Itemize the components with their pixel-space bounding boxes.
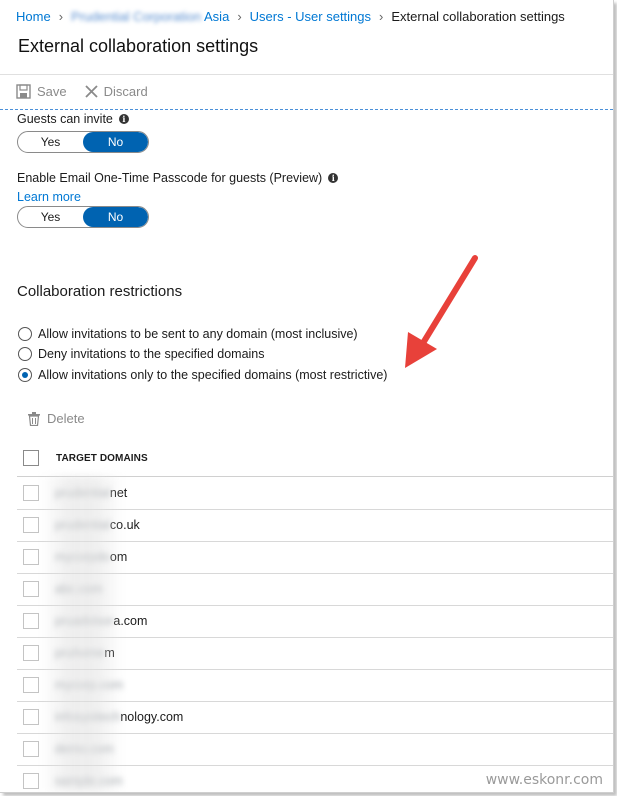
watermark: www.eskonr.com	[485, 772, 603, 788]
breadcrumb-users[interactable]: Users - User settings	[250, 9, 371, 24]
table-row[interactable]: abc.com	[17, 573, 613, 606]
domain-cell: abc.com	[55, 582, 102, 596]
toggle-no[interactable]: No	[83, 132, 148, 152]
domain-redacted: pruadvisor	[55, 614, 114, 628]
row-checkbox[interactable]	[23, 677, 39, 693]
table-row[interactable]: mycorpdo om	[17, 541, 613, 574]
row-checkbox[interactable]	[23, 613, 39, 629]
email-otp-label: Enable Email One-Time Passcode for guest…	[17, 171, 339, 185]
learn-more-link[interactable]: Learn more	[17, 190, 81, 204]
guests-can-invite-toggle[interactable]: Yes No	[17, 131, 149, 153]
domain-redacted: mycorpdo	[55, 550, 110, 564]
breadcrumb-tenant[interactable]: Prudential Corporation Asia	[71, 9, 229, 24]
table-row[interactable]: mycorp.com	[17, 669, 613, 702]
domain-cell: mycorpdo om	[55, 550, 127, 564]
toggle-yes[interactable]: Yes	[18, 207, 83, 227]
row-checkbox[interactable]	[23, 517, 39, 533]
domain-redacted: prudential	[55, 518, 110, 532]
domain-redacted: pruhome	[55, 646, 105, 660]
toolbar-focus-divider	[0, 109, 613, 110]
domain-redacted: mycorp.com	[55, 678, 124, 692]
domains-table-header: TARGET DOMAINS	[17, 440, 613, 477]
domain-cell: pruadvisor a.com	[55, 614, 147, 628]
table-row[interactable]: pruhome m	[17, 637, 613, 670]
blade-panel: Home › Prudential Corporation Asia › Use…	[0, 0, 614, 793]
select-all-checkbox[interactable]	[23, 450, 39, 466]
column-header-target-domains: TARGET DOMAINS	[56, 452, 148, 464]
domain-cell: demo.com	[55, 742, 113, 756]
domain-visible: om	[109, 550, 128, 564]
domain-redacted: abc.com	[55, 582, 103, 596]
chevron-right-icon: ›	[58, 9, 64, 24]
radio-allow-any-domain[interactable]: Allow invitations to be sent to any doma…	[18, 327, 358, 341]
trash-icon	[28, 411, 40, 426]
chevron-right-icon: ›	[237, 9, 242, 24]
page-title: External collaboration settings	[18, 36, 259, 56]
delete-label: Delete	[47, 411, 85, 426]
radio-label: Deny invitations to the specified domain…	[38, 347, 265, 361]
breadcrumb-tenant-hidden: Prudential Corporation	[71, 9, 202, 24]
row-checkbox[interactable]	[23, 645, 39, 661]
row-checkbox[interactable]	[23, 581, 39, 597]
collaboration-restrictions-title: Collaboration restrictions	[17, 283, 183, 300]
breadcrumb: Home › Prudential Corporation Asia › Use…	[16, 9, 565, 24]
chevron-right-icon: ›	[379, 9, 384, 24]
domain-visible: a.com	[113, 614, 148, 628]
domain-visible: co.uk	[109, 518, 140, 532]
row-checkbox[interactable]	[23, 741, 39, 757]
guests-can-invite-text: Guests can invite	[17, 112, 113, 126]
table-row[interactable]: infosysitech nology.com	[17, 701, 613, 734]
radio-button[interactable]	[18, 327, 32, 341]
annotation-arrow	[405, 255, 478, 368]
row-checkbox[interactable]	[23, 709, 39, 725]
radio-allow-only-specified[interactable]: Allow invitations only to the specified …	[18, 368, 387, 382]
breadcrumb-current: External collaboration settings	[391, 9, 565, 24]
domain-visible: net	[109, 486, 128, 500]
domain-cell: infosysitech nology.com	[55, 710, 183, 724]
radio-label: Allow invitations to be sent to any doma…	[38, 327, 358, 341]
title-divider	[0, 74, 613, 75]
domain-visible: m	[104, 646, 115, 660]
guests-can-invite-label: Guests can invite i	[17, 112, 129, 126]
discard-label: Discard	[103, 84, 148, 99]
radio-deny-specified-domains[interactable]: Deny invitations to the specified domain…	[18, 347, 265, 361]
radio-button[interactable]	[18, 347, 32, 361]
domain-cell: pruhome m	[55, 646, 115, 660]
row-checkbox[interactable]	[23, 773, 39, 789]
domain-cell: prudential net	[55, 486, 127, 500]
table-row[interactable]: pruadvisor a.com	[17, 605, 613, 638]
domain-cell: prudential co.uk	[55, 518, 140, 532]
delete-button[interactable]: Delete	[28, 411, 85, 426]
save-button[interactable]: Save	[16, 84, 67, 99]
close-icon	[85, 85, 98, 98]
email-otp-toggle[interactable]: Yes No	[17, 206, 149, 228]
toggle-no[interactable]: No	[83, 207, 148, 227]
row-checkbox[interactable]	[23, 549, 39, 565]
radio-label: Allow invitations only to the specified …	[38, 368, 388, 382]
row-checkbox[interactable]	[23, 485, 39, 501]
domain-redacted: prudential	[55, 486, 110, 500]
email-otp-text: Enable Email One-Time Passcode for guest…	[17, 171, 323, 185]
domain-redacted: sample.com	[55, 774, 123, 788]
info-icon[interactable]: i	[328, 173, 339, 183]
info-icon[interactable]: i	[118, 114, 129, 124]
domain-cell: mycorp.com	[55, 678, 123, 692]
breadcrumb-home[interactable]: Home	[16, 9, 51, 24]
table-row[interactable]: demo.com	[17, 733, 613, 766]
domain-visible: nology.com	[120, 710, 184, 724]
domain-redacted: infosysitech	[55, 710, 121, 724]
toggle-yes[interactable]: Yes	[18, 132, 83, 152]
breadcrumb-tenant-suffix: Asia	[204, 9, 230, 24]
domain-redacted: demo.com	[55, 742, 114, 756]
save-label: Save	[37, 84, 67, 99]
table-row[interactable]: prudential co.uk	[17, 509, 613, 542]
table-row[interactable]: prudential net	[17, 477, 613, 510]
domain-cell: sample.com	[55, 774, 122, 788]
save-icon	[16, 84, 31, 99]
toolbar: Save Discard	[16, 84, 148, 99]
radio-button-selected[interactable]	[18, 368, 32, 382]
discard-button[interactable]: Discard	[85, 84, 148, 99]
